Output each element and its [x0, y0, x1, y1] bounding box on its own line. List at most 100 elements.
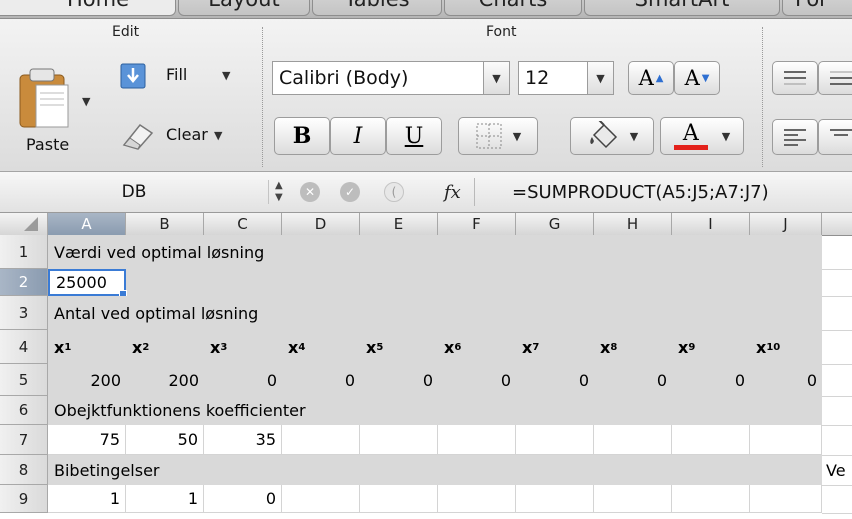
- row-header[interactable]: 1: [0, 235, 48, 269]
- font-size-select[interactable]: 12: [518, 61, 588, 95]
- cell-text[interactable]: Obejktfunktionens koefficienter: [48, 396, 748, 425]
- cell-text[interactable]: Bibetingelser: [48, 455, 748, 485]
- value-cell[interactable]: 0: [750, 364, 822, 396]
- row-header[interactable]: 4: [0, 330, 48, 364]
- clear-button[interactable]: Clear ▼: [118, 119, 258, 155]
- paste-dropdown-icon[interactable]: ▼: [82, 95, 90, 108]
- variable-label[interactable]: x5: [360, 330, 438, 364]
- empty-cell[interactable]: [750, 485, 822, 513]
- row-header[interactable]: 8: [0, 455, 48, 485]
- variable-label[interactable]: x 10: [750, 330, 828, 364]
- value-cell[interactable]: 0: [438, 364, 516, 396]
- active-cell[interactable]: 25000: [48, 269, 126, 296]
- fx-label[interactable]: fx: [444, 172, 461, 212]
- tab-tables[interactable]: Tables: [312, 0, 442, 16]
- font-family-select[interactable]: Calibri (Body): [272, 61, 484, 95]
- row-cells[interactable]: 75 50 35: [48, 425, 822, 455]
- variable-label[interactable]: x7: [516, 330, 594, 364]
- row-cells[interactable]: 110: [48, 485, 822, 513]
- value-cell[interactable]: 0: [204, 364, 282, 396]
- font-size-dropdown-icon[interactable]: ▼: [588, 61, 614, 95]
- row-cells[interactable]: x 1 x 2 x 3 x 4 x 5 x 6 x 7 x 8 x 9 x 10: [48, 330, 822, 364]
- cell[interactable]: [822, 425, 852, 456]
- variable-label[interactable]: x8: [594, 330, 672, 364]
- fill-dropdown-icon[interactable]: ▼: [222, 69, 230, 82]
- spreadsheet-grid[interactable]: ABCDEFGHIJ 1 Værdi ved optimal løsning 2 25…: [0, 213, 852, 519]
- variable-label[interactable]: x1: [48, 330, 126, 364]
- tab-home[interactable]: Home: [0, 0, 176, 16]
- fill-color-button[interactable]: ▼: [570, 117, 654, 155]
- cell[interactable]: [822, 364, 852, 397]
- empty-cell[interactable]: [594, 485, 672, 513]
- tab-smartart[interactable]: SmartArt: [584, 0, 780, 16]
- value-cell[interactable]: 200: [48, 364, 126, 396]
- empty-cell[interactable]: [282, 485, 360, 513]
- align-center-button[interactable]: [818, 119, 852, 155]
- empty-cell[interactable]: [516, 425, 594, 455]
- cell-text[interactable]: Værdi ved optimal løsning: [48, 235, 748, 269]
- variable-label[interactable]: x6: [438, 330, 516, 364]
- value-cell[interactable]: 1: [48, 485, 126, 513]
- cell[interactable]: Ve: [822, 455, 852, 486]
- row-cells[interactable]: 25000: [48, 269, 822, 298]
- align-top-button[interactable]: [772, 61, 818, 95]
- row-cells[interactable]: Obejktfunktionens koefficienter: [48, 396, 822, 425]
- shrink-font-button[interactable]: A ▼: [674, 61, 720, 95]
- row-header[interactable]: 2: [0, 269, 48, 296]
- column-header-a[interactable]: A: [48, 213, 126, 235]
- value-cell[interactable]: 0: [360, 364, 438, 396]
- paste-button[interactable]: ▼ Paste: [14, 59, 100, 159]
- cell[interactable]: [822, 330, 852, 365]
- confirm-icon[interactable]: ✓: [340, 182, 360, 202]
- column-header-f[interactable]: F: [438, 213, 516, 235]
- cancel-icon[interactable]: ✕: [300, 182, 320, 202]
- row-header[interactable]: 3: [0, 296, 48, 330]
- empty-cell[interactable]: [750, 425, 822, 455]
- value-cell[interactable]: 1: [126, 485, 204, 513]
- tab-format[interactable]: For: [782, 0, 852, 16]
- row-header[interactable]: 6: [0, 396, 48, 425]
- empty-cell[interactable]: [282, 425, 360, 455]
- name-box[interactable]: DB: [0, 172, 268, 212]
- borders-button[interactable]: ▼: [458, 117, 538, 155]
- cell-text[interactable]: Antal ved optimal løsning: [48, 296, 748, 330]
- value-cell[interactable]: 75: [48, 425, 126, 455]
- font-color-button[interactable]: A ▼: [660, 117, 744, 155]
- row-cells[interactable]: Antal ved optimal løsning: [48, 296, 822, 330]
- column-header-h[interactable]: H: [594, 213, 672, 235]
- variable-label[interactable]: x3: [204, 330, 282, 364]
- cell[interactable]: [822, 269, 852, 297]
- empty-cell[interactable]: [360, 485, 438, 513]
- italic-button[interactable]: I: [330, 117, 386, 155]
- row-header[interactable]: 7: [0, 425, 48, 455]
- value-cell[interactable]: 0: [204, 485, 282, 513]
- value-cell[interactable]: 0: [672, 364, 750, 396]
- grow-font-button[interactable]: A ▲: [628, 61, 674, 95]
- variable-label[interactable]: x4: [282, 330, 360, 364]
- variable-label[interactable]: x9: [672, 330, 750, 364]
- row-header[interactable]: 9: [0, 485, 48, 513]
- empty-cell[interactable]: [672, 485, 750, 513]
- column-header-e[interactable]: E: [360, 213, 438, 235]
- value-cell[interactable]: 0: [282, 364, 360, 396]
- select-all-corner[interactable]: [0, 213, 48, 235]
- align-middle-button[interactable]: [818, 61, 852, 95]
- empty-cell[interactable]: [516, 485, 594, 513]
- column-header-i[interactable]: I: [672, 213, 750, 235]
- column-header-d[interactable]: D: [282, 213, 360, 235]
- cell[interactable]: [822, 235, 852, 270]
- row-cells[interactable]: Værdi ved optimal løsning: [48, 235, 822, 269]
- tab-layout[interactable]: Layout: [178, 0, 310, 16]
- column-header-k[interactable]: [822, 213, 852, 235]
- cell[interactable]: [822, 396, 852, 426]
- cell[interactable]: [822, 485, 852, 514]
- name-box-stepper[interactable]: ▲ ▼: [268, 180, 291, 204]
- column-header-g[interactable]: G: [516, 213, 594, 235]
- value-cell[interactable]: 35: [204, 425, 282, 455]
- clear-dropdown-icon[interactable]: ▼: [214, 129, 222, 142]
- font-family-dropdown-icon[interactable]: ▼: [484, 61, 510, 95]
- function-wizard-icon[interactable]: (: [384, 182, 404, 202]
- empty-cell[interactable]: [438, 485, 516, 513]
- empty-cell[interactable]: [360, 425, 438, 455]
- fill-button[interactable]: Fill ▼: [118, 59, 258, 95]
